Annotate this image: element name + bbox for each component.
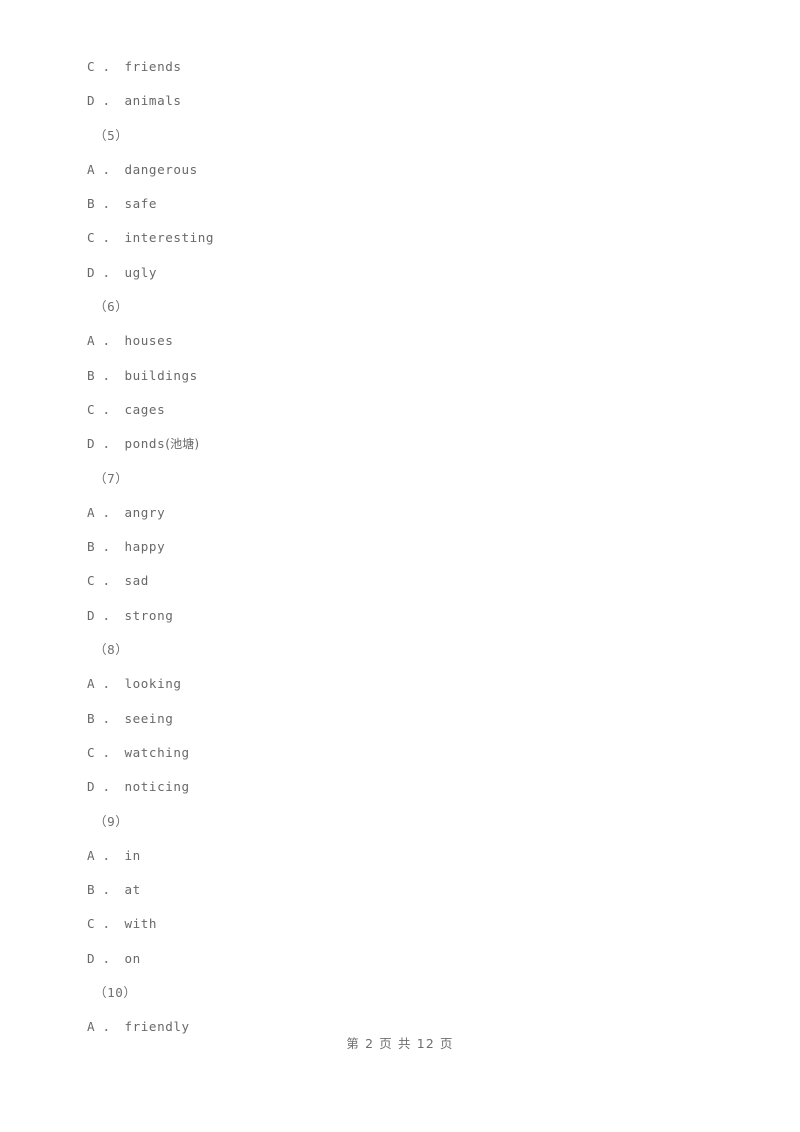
answer-option: A ． in [87,847,141,863]
answer-option: C ． with [87,916,158,932]
answer-option: B ． happy [87,539,166,555]
answer-option: A ． houses [87,333,174,349]
answer-option: D ． strong [87,607,174,623]
answer-option: B ． safe [87,196,158,212]
answer-option: B ． buildings [87,367,198,383]
answer-option: C ． watching [87,744,190,760]
question-number: （7） [94,470,129,486]
answer-option: D ． noticing [87,779,190,795]
chinese-gloss: (池塘) [165,437,200,452]
answer-option: D ． ugly [87,264,158,280]
answer-option: D ． animals [87,93,182,109]
question-number: （6） [94,299,129,315]
answer-option: B ． at [87,882,141,898]
answer-option: C ． sad [87,573,149,589]
question-number: （8） [94,642,129,658]
question-number: （9） [94,813,129,829]
answer-option: B ． seeing [87,710,174,726]
answer-option: D ． on [87,950,141,966]
answer-option: A ． dangerous [87,161,198,177]
answer-option: A ． looking [87,676,182,692]
answer-option: C ． interesting [87,230,214,246]
answer-option: C ． cages [87,401,166,417]
answer-option: C ． friends [87,59,182,74]
exam-question-list: C ． friends D ． animals （5） A ． dangerous B … [87,50,727,1045]
document-page: C ． friends D ． animals （5） A ． dangerous B … [0,0,800,1132]
page-footer: 第 2 页 共 12 页 [346,1036,454,1051]
answer-option: D ． ponds(池塘) [87,436,200,452]
question-number: （10） [94,985,137,1001]
question-number: （5） [94,127,129,143]
answer-option: A ． angry [87,504,166,520]
